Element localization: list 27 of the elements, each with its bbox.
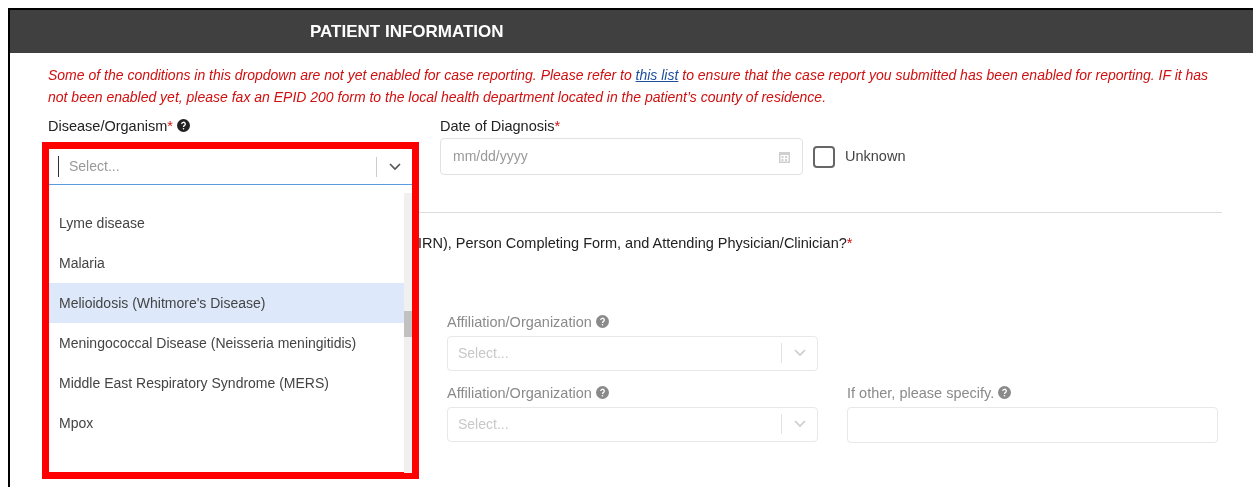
header-title: PATIENT INFORMATION (310, 20, 504, 43)
field-label: Affiliation/Organization (447, 311, 818, 332)
help-icon (595, 385, 609, 399)
help-icon (998, 385, 1012, 399)
scrollbar[interactable] (404, 193, 412, 473)
field-label: Date of Diagnosis* (440, 117, 562, 136)
list-link[interactable]: this list (635, 67, 679, 83)
notice-text: Some of the conditions in this dropdown are not yet enabled for case reporting. Please refer to this list to ensure that the case report you submitted has been enabled for reporting. IF it has not been enabled yet, please fax an EPID 200 form to the local health department located in the patient’s county of residence. (48, 66, 1210, 107)
question-text: IRN), Person Completing Form, and Attending Physician/Clinician?* (418, 234, 854, 253)
unknown-label: Unknown (845, 146, 906, 166)
field-label: Affiliation/Organization (447, 382, 818, 403)
help-icon (595, 314, 609, 328)
dropdown-option[interactable]: Malaria (49, 243, 404, 283)
date-placeholder: mm/dd/yyyy (453, 147, 529, 166)
dropdown-option[interactable]: Meningococcal Disease (Neisseria meningitidis) (49, 323, 404, 363)
dropdown-option[interactable]: Lyme disease (49, 203, 404, 243)
dropdown-option[interactable]: Middle East Respiratory Syndrome (MERS) (49, 363, 404, 403)
calendar-icon (779, 150, 790, 163)
help-icon (176, 119, 190, 132)
field-label: If other, please specify. (847, 382, 1218, 403)
dropdown-option[interactable]: Melioidosis (Whitmore's Disease) (49, 283, 404, 323)
field-label: Disease/Organism* (48, 116, 410, 136)
unknown-checkbox[interactable] (813, 145, 835, 168)
chevron-down-icon (388, 162, 401, 171)
chevron-down-icon (793, 349, 806, 358)
chevron-down-icon (793, 420, 806, 429)
dropdown-option[interactable]: Mpox (49, 403, 404, 443)
